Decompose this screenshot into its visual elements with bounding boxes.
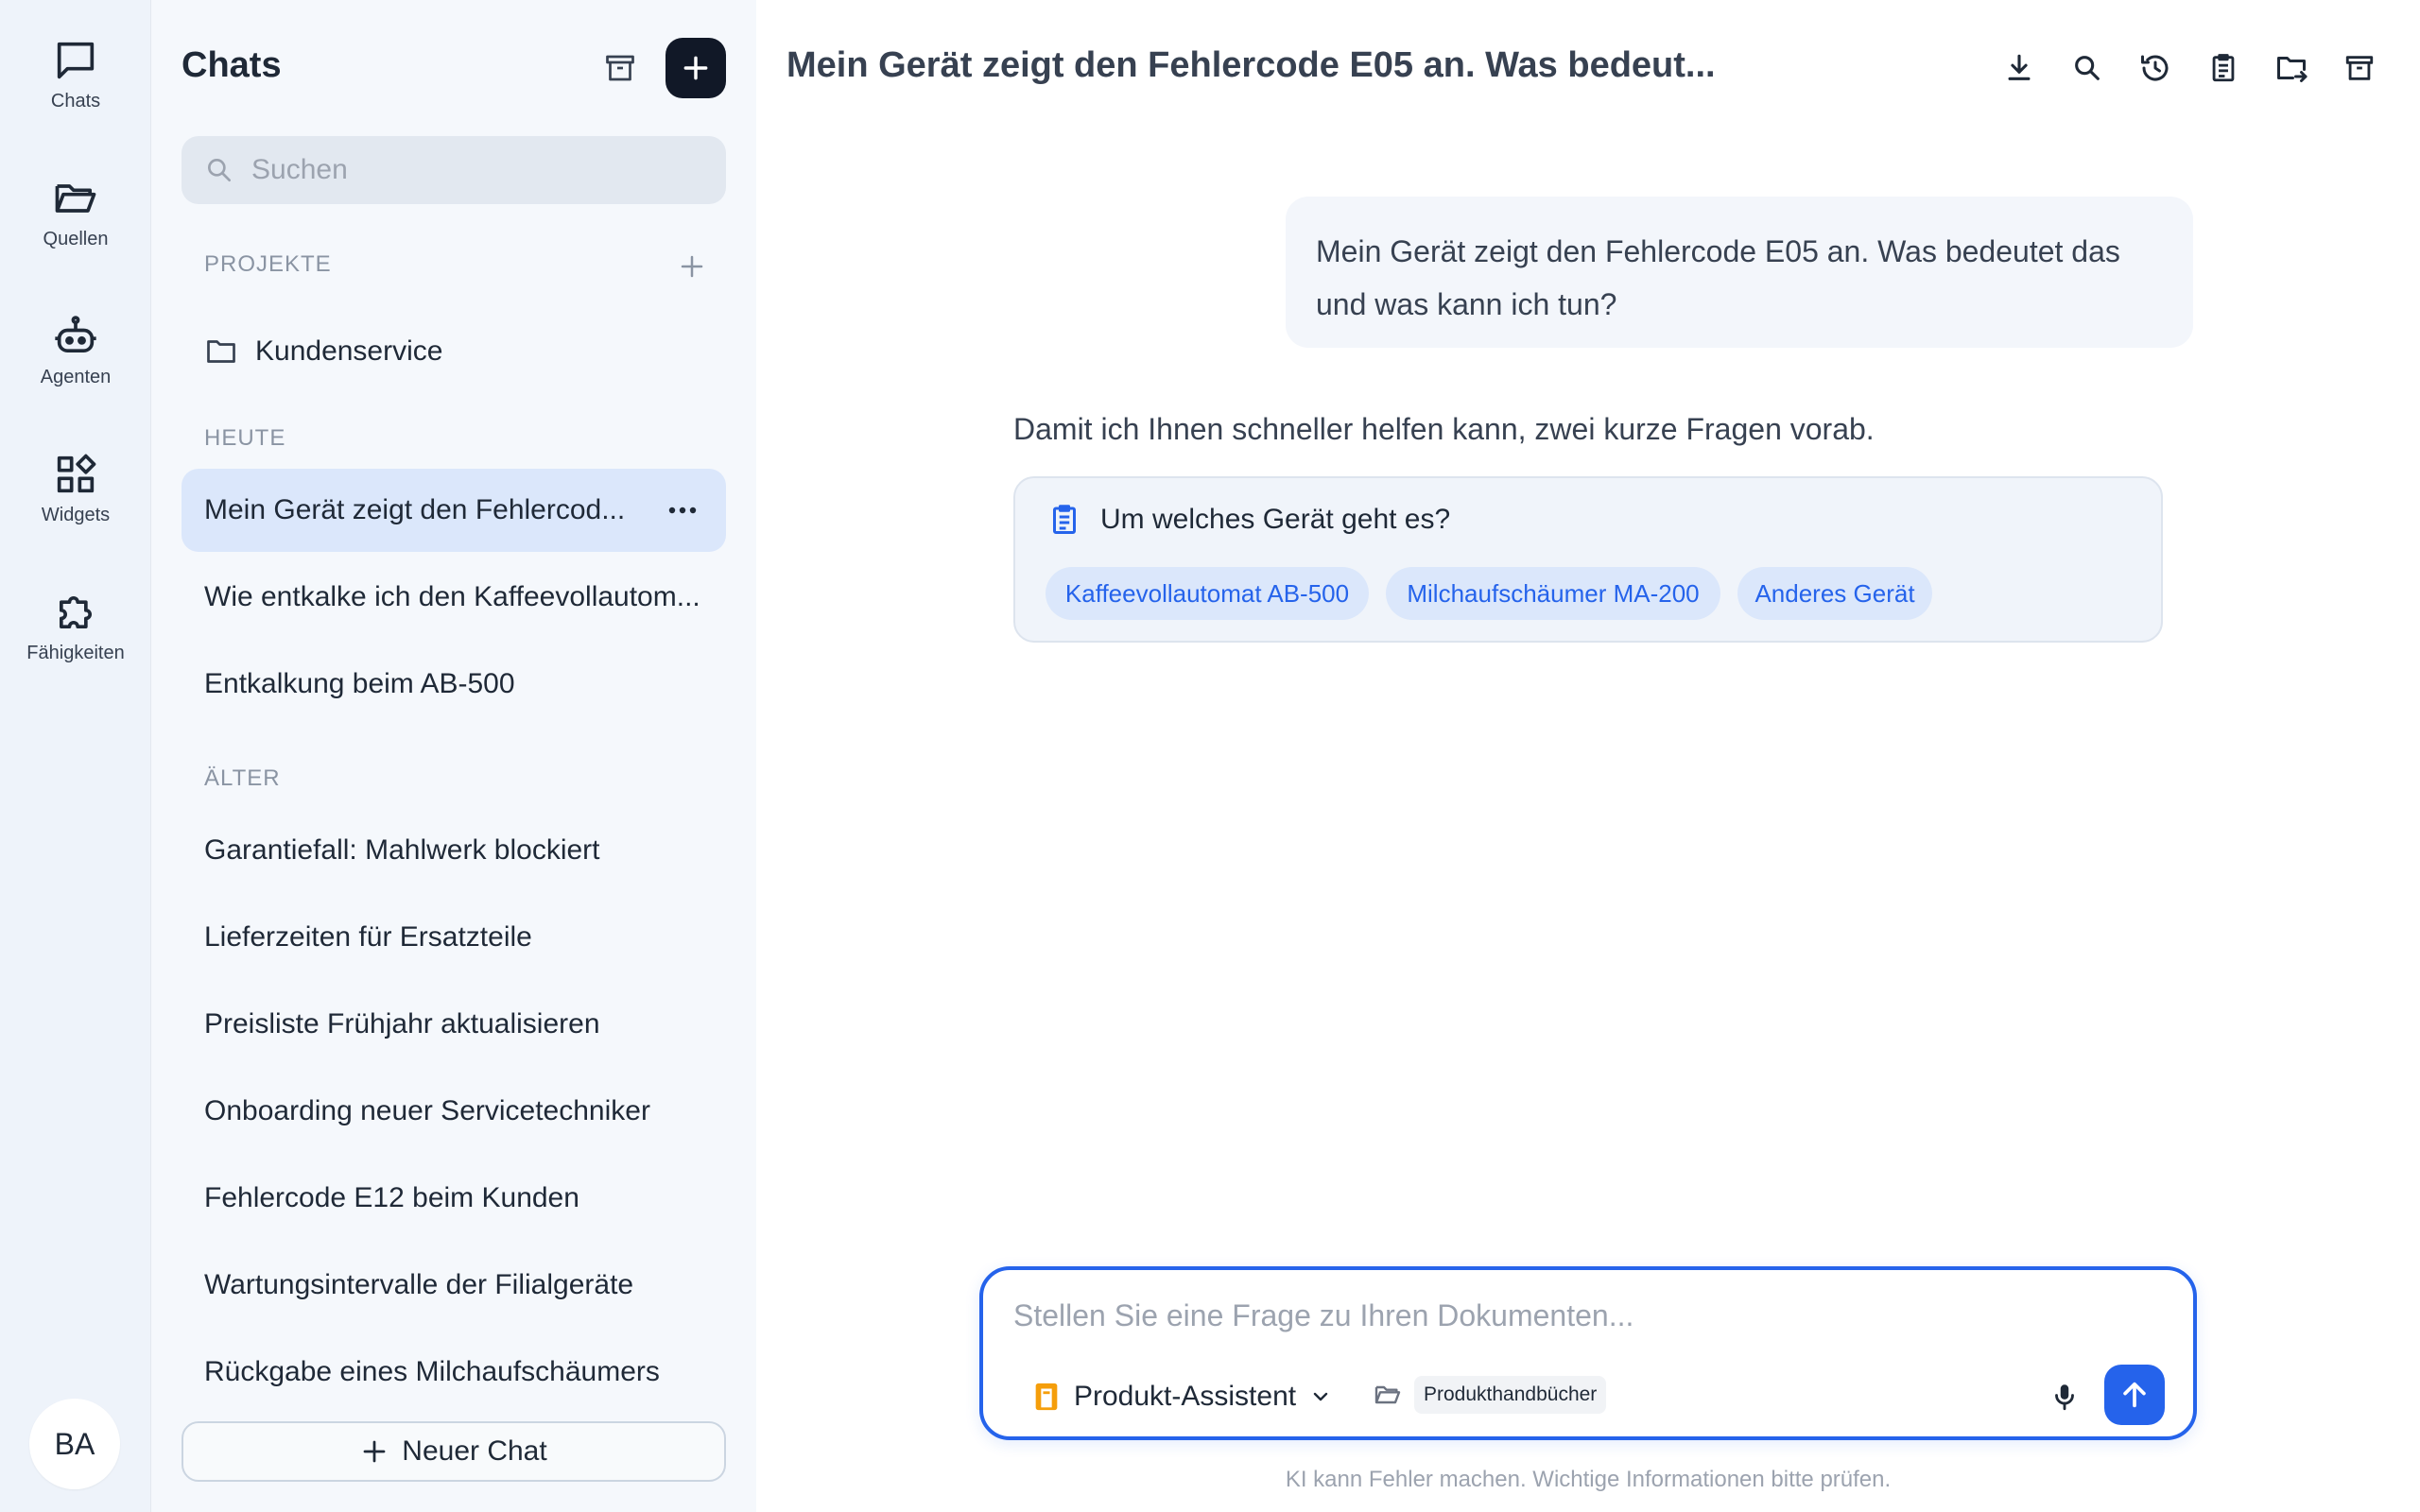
clarifying-question-card: Um welches Gerät geht es? Kaffeevollauto… — [1013, 476, 2163, 643]
chat-list-item-active[interactable]: Mein Gerät zeigt den Fehlercod... — [182, 469, 726, 552]
agent-name: Produkt-Assistent — [1074, 1381, 1297, 1412]
send-button[interactable] — [2104, 1365, 2165, 1425]
chat-list-item[interactable]: Lieferzeiten für Ersatzteile — [182, 896, 726, 979]
voice-input-button[interactable] — [2042, 1374, 2087, 1419]
user-message: Mein Gerät zeigt den Fehlercode E05 an. … — [1286, 197, 2193, 348]
folder-open-icon — [1374, 1385, 1401, 1404]
archive-chat-button[interactable] — [2337, 45, 2382, 91]
chat-list-item[interactable]: Preisliste Frühjahr aktualisieren — [182, 983, 726, 1066]
chat-item-label: Entkalkung beim AB-500 — [204, 668, 515, 699]
search-icon — [2075, 56, 2100, 80]
question-text: Um welches Gerät geht es? — [1100, 504, 1451, 535]
message-input[interactable] — [1013, 1298, 2129, 1333]
download-button[interactable] — [1996, 45, 2042, 91]
add-project-button[interactable] — [673, 248, 711, 285]
rail-item-label: Quellen — [43, 229, 109, 249]
chat-item-label: Mein Gerät zeigt den Fehlercod... — [204, 494, 626, 525]
clipboard-icon — [2212, 54, 2235, 82]
chat-list-item[interactable]: Entkalkung beim AB-500 — [182, 643, 726, 726]
message-composer: Produkt-Assistent Produkthandbücher — [979, 1266, 2197, 1440]
avatar[interactable]: BA — [29, 1399, 120, 1489]
rail-item-label: Chats — [50, 91, 101, 112]
chat-list-item[interactable]: Wartungsintervalle der Filialgeräte — [182, 1244, 726, 1327]
rail-item-label: Widgets — [41, 505, 111, 525]
plus-icon — [363, 1440, 386, 1463]
search-chat-button[interactable] — [2065, 45, 2110, 91]
archive-button[interactable] — [597, 45, 643, 91]
more-options-button[interactable] — [662, 490, 703, 531]
chat-list-item[interactable]: Wie entkalke ich den Kaffeevollautom... — [182, 556, 726, 639]
chat-item-label: Wie entkalke ich den Kaffeevollautom... — [204, 581, 700, 612]
chat-list-item[interactable]: Rückgabe eines Milchaufschäumers — [182, 1331, 726, 1414]
history-icon — [2141, 55, 2169, 81]
app-rail: Chats Quellen Agenten Widgets Fähigkeite… — [0, 0, 151, 1512]
chat-item-label: Fehlercode E12 beim Kunden — [204, 1182, 579, 1213]
plus-icon — [683, 56, 708, 80]
rail-item-agenten[interactable]: Agenten — [0, 312, 151, 435]
notes-button[interactable] — [2201, 45, 2246, 91]
option-chip-ma200[interactable]: Milchaufschäumer MA-200 — [1386, 567, 1720, 620]
chat-item-label: Rückgabe eines Milchaufschäumers — [204, 1356, 660, 1387]
chat-item-label: Preisliste Frühjahr aktualisieren — [204, 1008, 600, 1040]
project-label: Kundenservice — [255, 335, 443, 367]
more-dots-icon — [668, 507, 697, 514]
agent-book-icon — [1035, 1383, 1058, 1411]
chat-bubble-icon — [57, 42, 95, 79]
microphone-icon — [2055, 1384, 2074, 1411]
chat-list-item[interactable]: Fehlercode E12 beim Kunden — [182, 1157, 726, 1240]
chat-list-item[interactable]: Garantiefall: Mahlwerk blockiert — [182, 809, 726, 892]
rail-item-quellen[interactable]: Quellen — [0, 174, 151, 297]
chat-item-label: Garantiefall: Mahlwerk blockiert — [204, 834, 600, 866]
chat-item-label: Lieferzeiten für Ersatzteile — [204, 921, 532, 953]
clipboard-icon — [1053, 505, 1076, 534]
new-chat-bottom-button[interactable]: Neuer Chat — [182, 1421, 726, 1482]
chevron-down-icon — [1313, 1392, 1328, 1401]
folder-open-icon — [55, 184, 96, 213]
rail-item-widgets[interactable]: Widgets — [0, 450, 151, 573]
chat-title: Mein Gerät zeigt den Fehlercode E05 an. … — [786, 45, 1716, 85]
history-button[interactable] — [2133, 45, 2178, 91]
today-section-label: HEUTE — [204, 425, 286, 451]
chat-item-label: Onboarding neuer Servicetechniker — [204, 1095, 650, 1126]
move-folder-icon — [2277, 57, 2308, 82]
rail-item-faehigkeiten[interactable]: Fähigkeiten — [0, 588, 151, 711]
plus-icon — [681, 255, 703, 278]
widgets-icon — [57, 454, 96, 493]
rail-item-chats[interactable]: Chats — [0, 36, 151, 159]
question-header: Um welches Gerät geht es? — [1047, 503, 1450, 537]
move-to-project-button[interactable] — [2269, 45, 2314, 91]
new-chat-button[interactable] — [666, 38, 726, 98]
download-icon — [2008, 54, 2031, 80]
rail-item-label: Fähigkeiten — [26, 643, 125, 663]
search-box — [182, 136, 726, 204]
projects-section-label: PROJEKTE — [204, 251, 332, 277]
project-item-kundenservice[interactable]: Kundenservice — [204, 331, 442, 372]
source-selector[interactable]: Produkthandbücher — [1373, 1376, 1607, 1414]
arrow-up-icon — [2123, 1382, 2146, 1408]
source-badge: Produkthandbücher — [1414, 1376, 1607, 1414]
chat-sidebar: Chats PROJEKTE Kundenservice HEUTE Mein … — [151, 0, 756, 1512]
chat-list-item[interactable]: Onboarding neuer Servicetechniker — [182, 1070, 726, 1153]
chat-item-label: Wartungsintervalle der Filialgeräte — [204, 1269, 634, 1300]
new-chat-label: Neuer Chat — [402, 1435, 547, 1467]
archive-icon — [606, 55, 634, 81]
search-input[interactable] — [251, 154, 705, 186]
robot-icon — [55, 316, 96, 353]
assistant-message: Damit ich Ihnen schneller helfen kann, z… — [1013, 412, 1875, 446]
puzzle-icon — [59, 596, 92, 629]
option-chip-ab500[interactable]: Kaffeevollautomat AB-500 — [1046, 567, 1369, 620]
rail-item-label: Agenten — [40, 367, 112, 387]
agent-selector[interactable]: Produkt-Assistent — [1032, 1372, 1332, 1421]
older-section-label: ÄLTER — [204, 765, 281, 791]
option-chip-other[interactable]: Anderes Gerät — [1737, 567, 1932, 620]
search-icon — [208, 159, 231, 181]
sidebar-title: Chats — [182, 45, 282, 85]
ai-disclaimer: KI kann Fehler machen. Wichtige Informat… — [1285, 1467, 1892, 1492]
archive-icon — [2345, 56, 2374, 80]
folder-icon — [207, 340, 235, 363]
